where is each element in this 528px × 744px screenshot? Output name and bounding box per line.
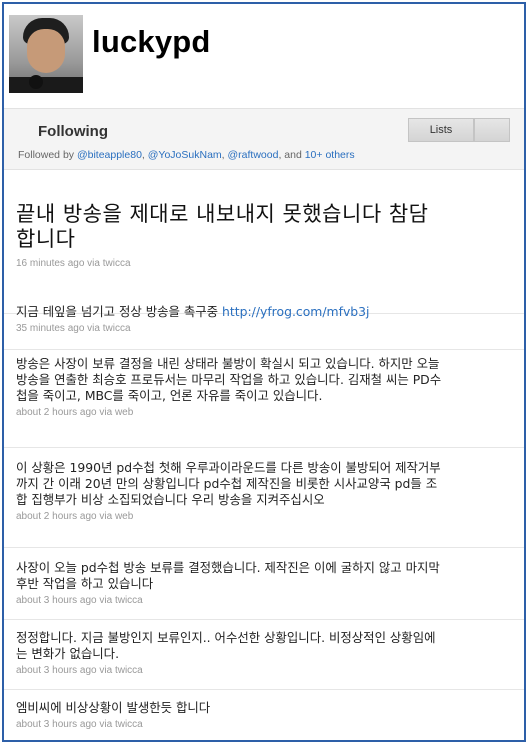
tweet-text: 엠비씨에 비상상황이 발생한듯 합니다 (16, 700, 211, 715)
tweet-meta[interactable]: 16 minutes ago via twicca (16, 258, 512, 269)
more-button[interactable] (474, 118, 510, 142)
avatar[interactable] (9, 15, 83, 93)
tweet-meta[interactable]: about 3 hours ago via twicca (16, 719, 512, 730)
follower-link[interactable]: @YoJoSukNam (148, 149, 222, 161)
tweet-text: 이 상황은 1990년 pd수첩 첫해 우루과이라운드를 다른 방송이 불방되어… (16, 460, 441, 507)
followed-by: Followed by @biteapple80, @YoJoSukNam, @… (18, 149, 355, 161)
tweet: 방송은 사장이 보류 결정을 내린 상태라 불방이 확실시 되고 있습니다. 하… (4, 356, 524, 448)
profile-header: luckypd (4, 4, 524, 108)
others-link[interactable]: 10+ others (305, 149, 355, 161)
tweet: 끝내 방송을 제대로 내보내지 못했습니다 참담합니다 16 minutes a… (4, 202, 524, 314)
tweet: 지금 테잎을 넘기고 정상 방송을 촉구중 http://yfrog.com/m… (4, 304, 524, 350)
follower-link[interactable]: @biteapple80 (77, 149, 142, 161)
tweet: 이 상황은 1990년 pd수첩 첫해 우루과이라운드를 다른 방송이 불방되어… (4, 460, 524, 548)
tweet-meta[interactable]: about 3 hours ago via twicca (16, 665, 512, 676)
tweet-meta[interactable]: about 3 hours ago via twicca (16, 595, 512, 606)
tweet: 엠비씨에 비상상황이 발생한듯 합니다 about 3 hours ago vi… (4, 700, 524, 740)
follower-link[interactable]: @raftwood (228, 149, 279, 161)
tweet-text: 끝내 방송을 제대로 내보내지 못했습니다 참담합니다 (16, 202, 429, 251)
screen-name: luckypd (92, 24, 211, 59)
following-bar: Following Lists Followed by @biteapple80… (4, 108, 524, 170)
tweet: 사장이 오늘 pd수첩 방송 보류를 결정했습니다. 제작진은 이에 굴하지 않… (4, 560, 524, 620)
tweet-link[interactable]: http://yfrog.com/mfvb3j (222, 304, 369, 319)
tweet-text: 정정합니다. 지금 불방인지 보류인지.. 어수선한 상황입니다. 비정상적인 … (16, 630, 436, 661)
tweet-text: 방송은 사장이 보류 결정을 내린 상태라 불방이 확실시 되고 있습니다. 하… (16, 356, 442, 403)
lists-button[interactable]: Lists (408, 118, 474, 142)
tweet-meta[interactable]: about 2 hours ago via web (16, 407, 512, 418)
tweet-meta[interactable]: about 2 hours ago via web (16, 511, 512, 522)
tweet-meta[interactable]: 35 minutes ago via twicca (16, 323, 512, 334)
tweet-text: 사장이 오늘 pd수첩 방송 보류를 결정했습니다. 제작진은 이에 굴하지 않… (16, 560, 440, 591)
microphone-icon (29, 75, 43, 89)
following-title: Following (38, 123, 108, 140)
tweet-text: 지금 테잎을 넘기고 정상 방송을 촉구중 http://yfrog.com/m… (16, 304, 370, 319)
profile-page: luckypd Following Lists Followed by @bit… (2, 2, 526, 742)
tweet: 정정합니다. 지금 불방인지 보류인지.. 어수선한 상황입니다. 비정상적인 … (4, 630, 524, 690)
